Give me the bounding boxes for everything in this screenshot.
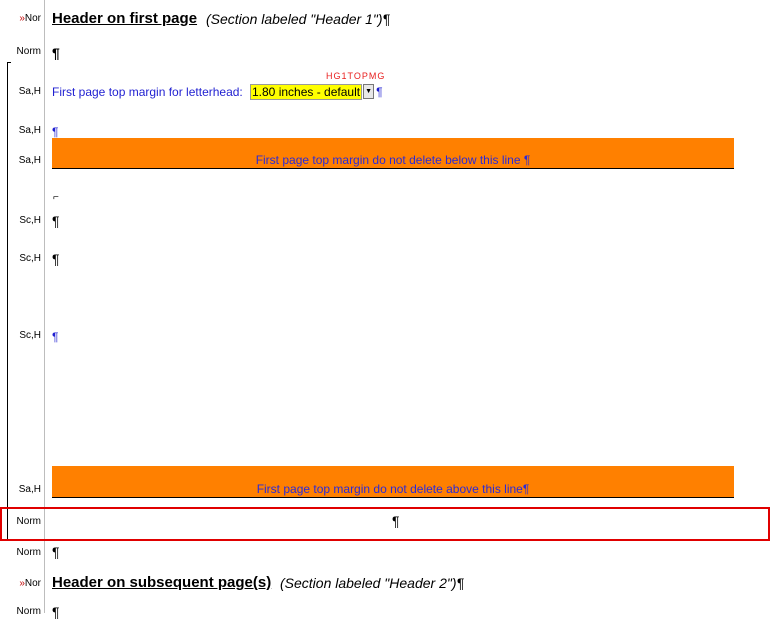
pilcrow: ¶ [392,513,400,529]
selection-highlight[interactable] [0,507,770,541]
chevron-down-icon[interactable]: ▼ [363,84,375,99]
style-label-last: Norm [16,606,41,617]
bracket-top [7,62,11,63]
pilcrow: ¶ [52,213,60,229]
pilcrow: ¶ [52,251,60,267]
pilcrow: ¶ [52,604,60,620]
style-label-header1: »Nor [19,13,41,25]
style-label-normal: Norm [16,46,41,57]
pilcrow: ¶ [52,544,60,560]
top-margin-value[interactable]: 1.80 inches - default [250,83,363,100]
orange-margin-bar-top: First page top margin do not delete belo… [52,138,734,169]
header2-note: (Section labeled "Header 2")¶ [280,575,465,591]
header2-title: Header on subsequent page(s) [52,574,272,591]
style-label-blank: Sa,H [18,125,41,136]
top-margin-dropdown[interactable]: 1.80 inches - default ▼ ¶ [250,83,383,100]
style-label-orange-top: Sa,H [18,155,41,166]
style-label-normal2: Norm [16,547,41,558]
header1-note: (Section labeled "Header 1")¶ [206,11,391,27]
anchor-mark: ⌐ [53,192,59,203]
top-margin-label: First page top margin for letterhead: [52,85,243,99]
style-label-sc1: Sc,H [19,215,41,226]
field-code: HG1TOPMG [326,71,386,81]
header1-title: Header on first page [52,10,198,27]
style-label-header2: »Nor [19,578,41,590]
style-label-topmargin: Sa,H [18,86,41,97]
style-name: Nor [24,13,41,24]
pilcrow: ¶ [52,45,60,61]
orange-margin-bar-bottom: First page top margin do not delete abov… [52,466,734,498]
section-bracket [7,62,12,540]
pilcrow: ¶ [376,84,383,99]
style-name: Nor [24,578,41,589]
pilcrow: ¶ [52,330,59,344]
style-label-orange-bottom: Sa,H [18,484,41,495]
style-label-sc3: Sc,H [19,330,41,341]
style-label-sc2: Sc,H [19,253,41,264]
